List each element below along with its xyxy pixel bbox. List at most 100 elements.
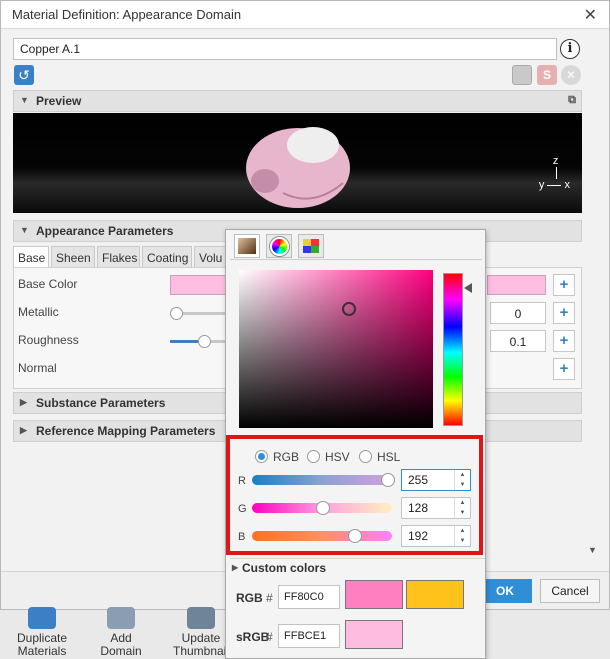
green-channel-thumb[interactable]: [316, 501, 330, 515]
roughness-value-field[interactable]: 0.1: [490, 330, 546, 352]
preview-section-title: Preview: [36, 94, 82, 108]
preview-render: [246, 127, 350, 208]
hsv-radio[interactable]: [307, 450, 320, 463]
hue-slider[interactable]: [443, 273, 463, 426]
rgb-hex-label: RGB: [236, 591, 263, 605]
color-wheel-icon: [269, 237, 289, 256]
duplicate-materials-icon: [28, 607, 56, 629]
rgb-hex-input[interactable]: FF80C0: [278, 585, 340, 609]
red-channel-thumb[interactable]: [381, 473, 395, 487]
new-color-swatch: [345, 580, 403, 609]
green-channel-label: G: [238, 503, 247, 515]
tab-sheen[interactable]: Sheen: [51, 246, 95, 268]
remove-icon[interactable]: ✕: [561, 65, 581, 85]
reference-mapping-section-title: Reference Mapping Parameters: [36, 424, 216, 438]
substance-icon[interactable]: S: [537, 65, 557, 85]
red-channel-slider[interactable]: [252, 475, 392, 485]
srgb-hex-input[interactable]: FFBCE1: [278, 624, 340, 648]
expand-arrow-icon: ▶: [20, 397, 27, 407]
blue-channel-slider[interactable]: [252, 531, 392, 541]
metallic-slider-thumb[interactable]: [170, 307, 183, 320]
normal-add-button[interactable]: +: [553, 358, 575, 380]
appearance-section-title: Appearance Parameters: [36, 224, 174, 238]
base-color-add-button[interactable]: +: [553, 274, 575, 296]
hsl-radio-label: HSL: [377, 450, 401, 464]
hsl-radio[interactable]: [359, 450, 372, 463]
scrollbar[interactable]: [584, 56, 594, 556]
axis-x-label: x: [564, 179, 571, 191]
preview-section-header[interactable]: ▼ Preview ⧉: [13, 90, 582, 112]
cancel-button[interactable]: Cancel: [540, 579, 600, 603]
update-thumbnail-icon: [187, 607, 215, 629]
roughness-add-button[interactable]: +: [553, 330, 575, 352]
hsv-radio-label: HSV: [325, 450, 350, 464]
red-channel-label: R: [238, 475, 246, 487]
base-color-swatch-left[interactable]: [170, 275, 227, 295]
rgb-hash-label: #: [266, 591, 273, 605]
blue-value-field[interactable]: 192 ▲ ▼: [401, 525, 471, 547]
green-value-text: 128: [408, 501, 429, 515]
blue-channel-thumb[interactable]: [348, 529, 362, 543]
saturation-value-area[interactable]: [239, 270, 433, 428]
color-square-tab[interactable]: [234, 234, 260, 258]
maximize-icon[interactable]: ⧉: [568, 94, 576, 107]
axis-y-label: y: [538, 179, 545, 191]
tab-volume[interactable]: Volu: [194, 246, 226, 268]
info-icon[interactable]: i: [560, 39, 580, 59]
axis-triad: z y x: [539, 155, 570, 191]
srgb-color-swatch: [345, 620, 403, 649]
srgb-hash-label: #: [266, 630, 273, 644]
custom-colors-label: Custom colors: [242, 561, 327, 575]
duplicate-materials-label-2: Materials: [17, 644, 67, 658]
collapse-arrow-icon: ▼: [20, 95, 29, 105]
saturation-value-marker[interactable]: [342, 302, 356, 316]
add-domain-button[interactable]: Add Domain: [85, 607, 157, 658]
picker-tab-divider: [230, 259, 482, 260]
tab-base[interactable]: Base: [13, 246, 49, 268]
green-spin-arrows-icon[interactable]: ▲ ▼: [454, 498, 470, 518]
expand-arrow-icon: ▶: [20, 425, 27, 435]
material-name-input[interactable]: Copper A.1: [13, 38, 557, 60]
blue-channel-label: B: [238, 531, 246, 543]
color-square-icon: [238, 238, 256, 254]
base-color-label: Base Color: [18, 277, 78, 291]
red-spin-arrows-icon[interactable]: ▲ ▼: [454, 470, 470, 490]
color-palette-tab[interactable]: [298, 234, 324, 258]
roughness-label: Roughness: [18, 333, 79, 347]
tab-flakes[interactable]: Flakes: [97, 246, 140, 268]
metallic-add-button[interactable]: +: [553, 302, 575, 324]
blue-value-text: 192: [408, 529, 429, 543]
color-wheel-tab[interactable]: [266, 234, 292, 258]
rgb-radio[interactable]: [255, 450, 268, 463]
custom-colors-header[interactable]: ▶ Custom colors: [230, 558, 485, 578]
collapse-arrow-icon: ▼: [20, 225, 29, 235]
duplicate-materials-button[interactable]: Duplicate Materials: [6, 607, 78, 658]
expand-arrow-icon: ▶: [232, 563, 239, 572]
tab-coating[interactable]: Coating: [142, 246, 192, 268]
normal-label: Normal: [18, 361, 57, 375]
material-preview: z y x: [13, 113, 582, 213]
roughness-slider-thumb[interactable]: [198, 335, 211, 348]
red-value-field[interactable]: 255 ▲ ▼: [401, 469, 471, 491]
substance-section-title: Substance Parameters: [36, 396, 166, 410]
add-domain-icon: [107, 607, 135, 629]
color-picker-popup: RGB HSV HSL R 255 ▲ ▼ G 128 ▲ ▼ B 192 ▲ ▼ ▶…: [225, 229, 486, 659]
rgb-radio-label: RGB: [273, 450, 300, 464]
green-value-field[interactable]: 128 ▲ ▼: [401, 497, 471, 519]
blue-spin-arrows-icon[interactable]: ▲ ▼: [454, 526, 470, 546]
color-palette-icon: [303, 239, 319, 253]
hue-slider-arrow-icon[interactable]: [464, 283, 472, 293]
close-icon[interactable]: ✕: [584, 5, 597, 25]
add-domain-label-2: Domain: [100, 644, 142, 658]
image-icon[interactable]: [512, 65, 532, 85]
title-bar: Material Definition: Appearance Domain ✕: [1, 1, 609, 29]
reset-icon[interactable]: ↺: [14, 65, 34, 85]
old-color-swatch[interactable]: [406, 580, 464, 609]
metallic-value-field[interactable]: 0: [490, 302, 546, 324]
axis-z-label: z: [552, 155, 559, 167]
axis-x-line: [547, 184, 562, 186]
srgb-hex-label: sRGB: [236, 630, 270, 644]
window-title: Material Definition: Appearance Domain: [12, 7, 242, 22]
base-color-swatch-right[interactable]: [487, 275, 546, 295]
ok-button[interactable]: OK: [478, 579, 532, 603]
